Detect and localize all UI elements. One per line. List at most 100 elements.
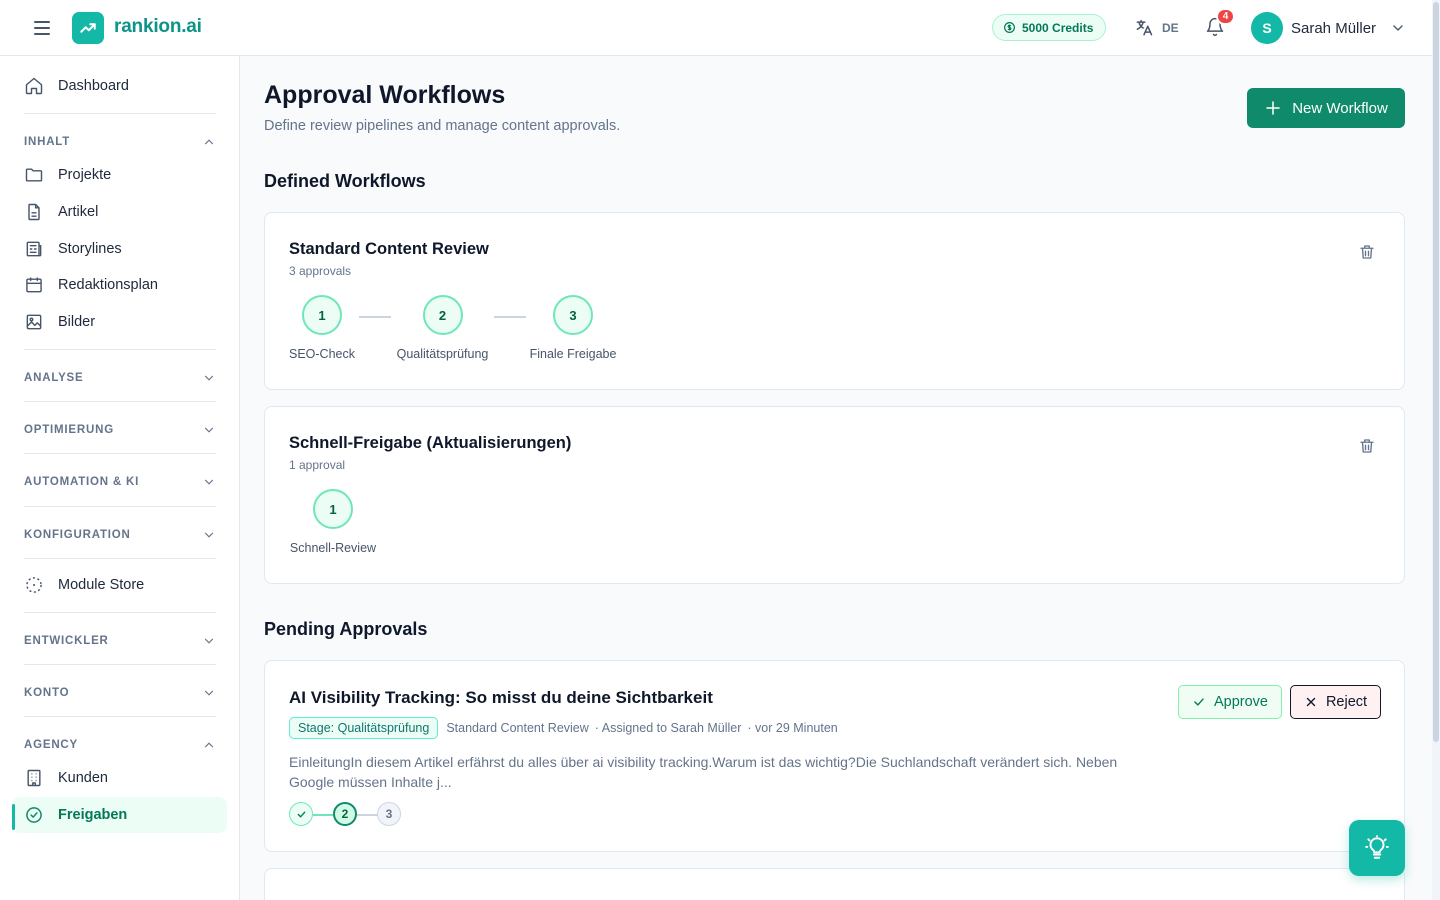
step-number: 3: [553, 295, 593, 335]
section-optimierung[interactable]: OPTIMIERUNG: [24, 423, 216, 437]
chevron-down-icon: [204, 690, 214, 696]
step-label: Qualitätsprüfung: [396, 347, 489, 361]
step-number: 1: [313, 489, 353, 529]
divider: [24, 558, 216, 559]
page-title: Approval Workflows: [264, 81, 506, 109]
section-analyse[interactable]: ANALYSE: [24, 371, 216, 385]
section-label: INHALT: [24, 136, 71, 148]
sidebar-item-label: Storylines: [58, 241, 122, 257]
new-workflow-button[interactable]: New Workflow: [1247, 88, 1405, 128]
divider: [24, 506, 216, 507]
assignee: · Assigned to Sarah Müller: [594, 721, 742, 735]
chevron-up-icon: [204, 139, 214, 145]
divider: [24, 612, 216, 613]
building-icon: [27, 769, 41, 787]
section-konto[interactable]: KONTO: [24, 686, 216, 700]
language-switcher[interactable]: DE: [1134, 18, 1179, 38]
menu-icon[interactable]: [30, 17, 54, 39]
section-agency[interactable]: AGENCY: [24, 738, 216, 752]
logo-icon[interactable]: [72, 12, 104, 44]
top-bar: rankion.ai 5000 Credits DE 4 S Sarah Mül…: [0, 0, 1440, 56]
section-label: KONFIGURATION: [24, 529, 131, 541]
trash-icon[interactable]: [1358, 243, 1376, 261]
check-icon: [297, 811, 305, 817]
sidebar-item-label: Freigaben: [58, 807, 128, 823]
section-label: KONTO: [24, 687, 70, 699]
notification-count-badge[interactable]: 4: [1216, 8, 1235, 25]
workflow-step: 2 Qualitätsprüfung: [395, 295, 490, 361]
sidebar-item-artikel[interactable]: Artikel: [12, 194, 227, 230]
divider: [24, 401, 216, 402]
coin-icon: [1004, 22, 1015, 33]
step-connector: [494, 316, 526, 318]
sidebar-item-kunden[interactable]: Kunden: [12, 760, 227, 796]
plus-icon: [1266, 101, 1280, 115]
sidebar-item-projekte[interactable]: Projekte: [12, 157, 227, 193]
divider: [24, 349, 216, 350]
scrollbar-thumb[interactable]: [1433, 2, 1439, 742]
trash-icon[interactable]: [1358, 437, 1376, 455]
check-circle-icon: [26, 807, 42, 823]
chevron-down-icon: [204, 427, 214, 433]
reject-label: Reject: [1325, 694, 1368, 710]
tips-button[interactable]: [1349, 820, 1405, 876]
step-label: SEO-Check: [289, 347, 355, 361]
progress-connector: [357, 814, 377, 816]
workflow-step: 3 Finale Freigabe: [530, 295, 616, 361]
sidebar-item-bilder[interactable]: Bilder: [12, 304, 227, 340]
chevron-down-icon: [204, 638, 214, 644]
divider: [24, 113, 216, 114]
section-inhalt[interactable]: INHALT: [24, 135, 216, 149]
workflow-card: Standard Content Review 3 approvals 1 SE…: [264, 212, 1405, 390]
image-icon: [26, 314, 42, 330]
step-connector: [359, 316, 391, 318]
progress-step-pending: 3: [377, 802, 401, 826]
divider: [24, 716, 216, 717]
sidebar-item-label: Bilder: [58, 314, 96, 330]
section-label: ENTWICKLER: [24, 635, 109, 647]
sidebar-item-label: Artikel: [58, 204, 99, 220]
pending-approvals-title: Pending Approvals: [264, 619, 428, 639]
reject-button[interactable]: Reject: [1290, 685, 1381, 719]
home-icon: [25, 77, 43, 95]
newspaper-icon: [26, 241, 42, 257]
language-code: DE: [1162, 21, 1179, 35]
sidebar-item-module-store[interactable]: Module Store: [12, 567, 227, 603]
chevron-down-icon: [204, 375, 214, 381]
user-name: Sarah Müller: [1291, 19, 1377, 37]
workflow-name: Schnell-Freigabe (Aktualisierungen): [289, 434, 572, 452]
stage-badge: Stage: Qualitätsprüfung: [289, 717, 439, 739]
logo-text[interactable]: rankion.ai: [114, 16, 202, 38]
section-automation-ki[interactable]: AUTOMATION & KI: [24, 475, 216, 489]
avatar: S: [1251, 12, 1283, 44]
approve-button[interactable]: Approve: [1178, 685, 1282, 719]
user-menu[interactable]: S Sarah Müller: [1251, 12, 1406, 44]
sidebar-item-label: Redaktionsplan: [58, 277, 158, 293]
sidebar-item-storylines[interactable]: Storylines: [12, 231, 227, 267]
active-indicator: [12, 804, 15, 830]
approval-meta: Stage: Qualitätsprüfung Standard Content…: [289, 717, 838, 739]
workflow-approval-count: 1 approval: [289, 458, 346, 472]
chevron-down-icon: [204, 479, 214, 485]
credits-badge[interactable]: 5000 Credits: [992, 14, 1107, 41]
new-workflow-label: New Workflow: [1292, 99, 1388, 117]
sidebar-item-redaktionsplan[interactable]: Redaktionsplan: [12, 267, 227, 303]
sidebar-item-label: Module Store: [58, 577, 145, 593]
article-title[interactable]: AI Visibility Tracking: So misst du dein…: [289, 688, 713, 708]
approve-label: Approve: [1213, 694, 1268, 710]
translate-icon: [1136, 19, 1153, 36]
chevron-up-icon: [204, 742, 214, 748]
sidebar-item-freigaben[interactable]: Freigaben: [12, 797, 227, 833]
chevron-down-icon: [1393, 25, 1403, 31]
credits-value: 5000 Credits: [1022, 20, 1094, 35]
section-konfiguration[interactable]: KONFIGURATION: [24, 528, 216, 542]
progress-step-current: 2: [333, 802, 357, 826]
pending-approval-card: AI Visibility Tracking: So misst du dein…: [264, 660, 1405, 852]
divider: [24, 664, 216, 665]
section-entwickler[interactable]: ENTWICKLER: [24, 634, 216, 648]
calendar-icon: [26, 277, 42, 293]
page-subtitle: Define review pipelines and manage conte…: [264, 118, 621, 134]
sidebar-item-label: Dashboard: [58, 78, 129, 94]
sidebar-item-dashboard[interactable]: Dashboard: [12, 68, 227, 104]
section-label: AUTOMATION & KI: [24, 476, 140, 488]
